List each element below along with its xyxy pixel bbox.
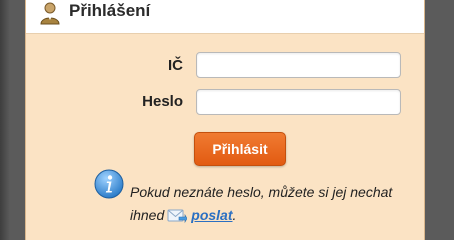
login-panel: Přihlášení IČ Heslo Přihlásit Pokud nezn…	[25, 0, 425, 240]
ico-label: IČ	[168, 57, 183, 74]
login-button[interactable]: Přihlásit	[194, 132, 286, 166]
password-label: Heslo	[142, 93, 183, 110]
page-title: Přihlášení	[69, 1, 151, 20]
info-text-line2: ihned poslat.	[130, 207, 236, 224]
mail-icon	[167, 209, 188, 224]
info-icon	[94, 169, 124, 199]
panel-header: Přihlášení	[26, 0, 424, 34]
send-password-link[interactable]: poslat	[191, 207, 232, 223]
info-prefix: ihned	[130, 207, 165, 223]
ico-input[interactable]	[196, 52, 401, 78]
user-icon	[40, 2, 60, 25]
info-suffix: .	[232, 207, 237, 223]
info-text: Pokud neznáte heslo, můžete si jej necha…	[130, 184, 393, 200]
password-input[interactable]	[196, 89, 401, 115]
